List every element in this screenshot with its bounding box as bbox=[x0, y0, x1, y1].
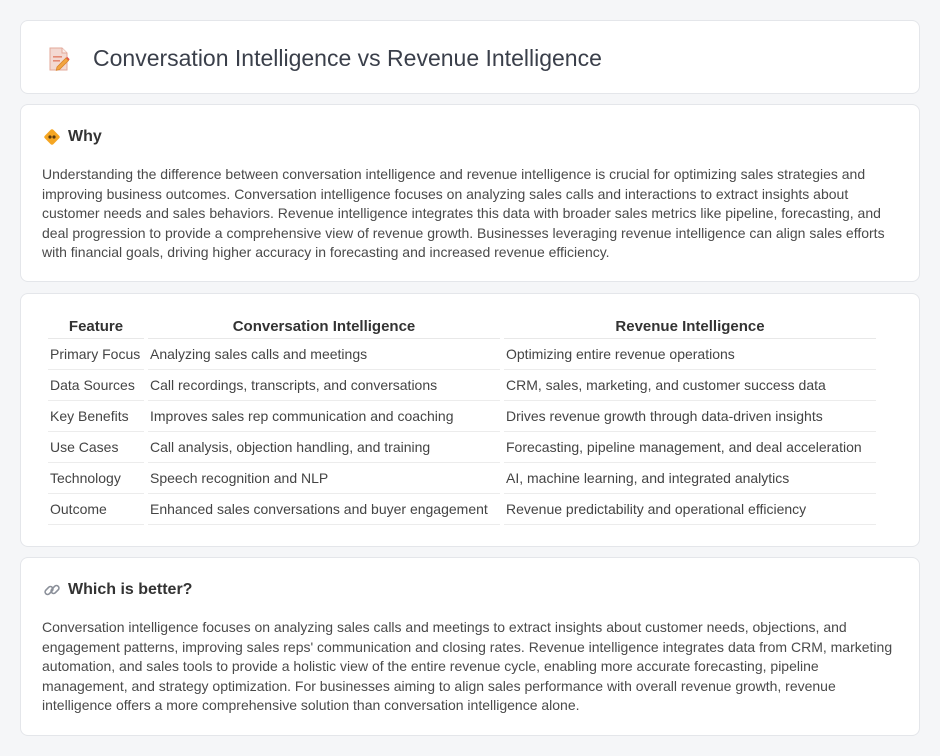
header-card: Conversation Intelligence vs Revenue Int… bbox=[20, 20, 920, 94]
table-row: Data Sources Call recordings, transcript… bbox=[48, 370, 876, 401]
table-cell: CRM, sales, marketing, and customer succ… bbox=[504, 370, 876, 401]
table-header-row: Feature Conversation Intelligence Revenu… bbox=[48, 314, 876, 339]
table-cell: Technology bbox=[48, 463, 144, 494]
table-cell: Call recordings, transcripts, and conver… bbox=[148, 370, 500, 401]
table-cell: Optimizing entire revenue operations bbox=[504, 339, 876, 370]
table-cell: Speech recognition and NLP bbox=[148, 463, 500, 494]
table-cell: Drives revenue growth through data-drive… bbox=[504, 401, 876, 432]
page-title: Conversation Intelligence vs Revenue Int… bbox=[93, 45, 602, 71]
table-cell: Enhanced sales conversations and buyer e… bbox=[148, 494, 500, 525]
table-cell: Forecasting, pipeline management, and de… bbox=[504, 432, 876, 463]
column-header: Feature bbox=[48, 314, 144, 339]
table-cell: Use Cases bbox=[48, 432, 144, 463]
table-cell: Outcome bbox=[48, 494, 144, 525]
which-better-section: Which is better? Conversation intelligen… bbox=[20, 557, 920, 736]
table-row: Primary Focus Analyzing sales calls and … bbox=[48, 339, 876, 370]
column-header: Conversation Intelligence bbox=[148, 314, 500, 339]
table-cell: Revenue predictability and operational e… bbox=[504, 494, 876, 525]
why-text: Understanding the difference between con… bbox=[42, 166, 885, 260]
link-icon bbox=[43, 581, 61, 599]
table-row: Outcome Enhanced sales conversations and… bbox=[48, 494, 876, 525]
table-cell: AI, machine learning, and integrated ana… bbox=[504, 463, 876, 494]
diamond-sign-icon bbox=[43, 128, 61, 146]
comparison-section: Feature Conversation Intelligence Revenu… bbox=[20, 293, 920, 547]
why-title: Why bbox=[68, 128, 102, 145]
table-row: Key Benefits Improves sales rep communic… bbox=[48, 401, 876, 432]
table-cell: Improves sales rep communication and coa… bbox=[148, 401, 500, 432]
table-cell: Analyzing sales calls and meetings bbox=[148, 339, 500, 370]
table-cell: Call analysis, objection handling, and t… bbox=[148, 432, 500, 463]
better-heading: Which is better? bbox=[43, 581, 192, 599]
better-title: Which is better? bbox=[68, 581, 193, 598]
table-cell: Data Sources bbox=[48, 370, 144, 401]
why-section: Why Understanding the difference between… bbox=[20, 104, 920, 282]
table-cell: Key Benefits bbox=[48, 401, 144, 432]
table-row: Use Cases Call analysis, objection handl… bbox=[48, 432, 876, 463]
column-header: Revenue Intelligence bbox=[504, 314, 876, 339]
document-pencil-icon bbox=[47, 46, 71, 72]
table-row: Technology Speech recognition and NLP AI… bbox=[48, 463, 876, 494]
better-text: Conversation intelligence focuses on ana… bbox=[42, 619, 893, 713]
comparison-table: Feature Conversation Intelligence Revenu… bbox=[44, 314, 880, 525]
table-cell: Primary Focus bbox=[48, 339, 144, 370]
why-heading: Why bbox=[43, 128, 102, 146]
